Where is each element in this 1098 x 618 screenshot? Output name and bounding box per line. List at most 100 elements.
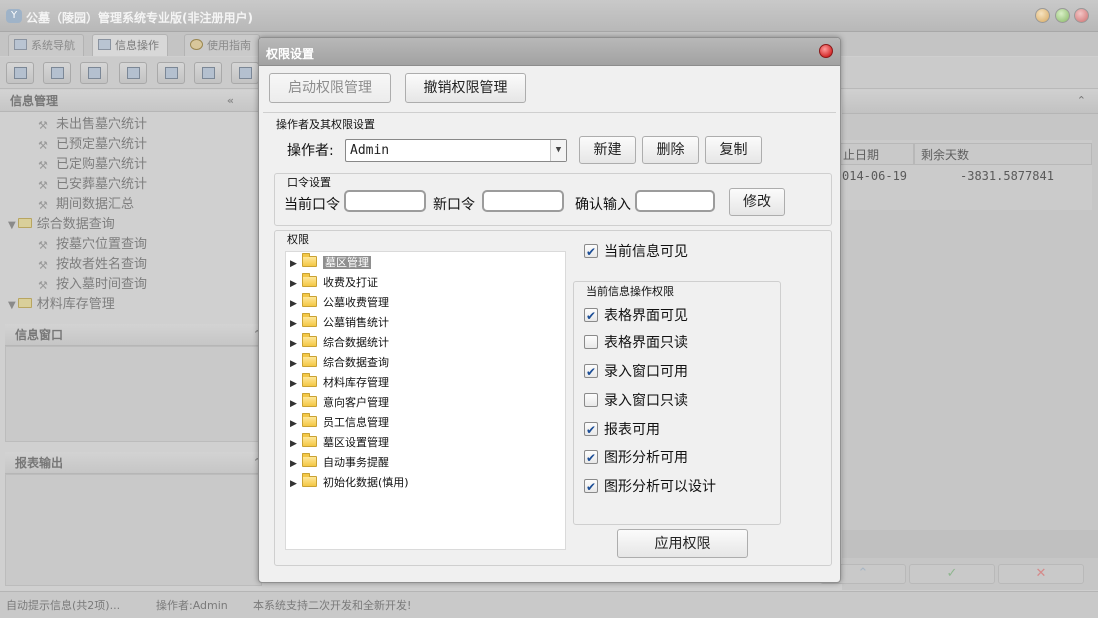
minimize-button[interactable] xyxy=(1035,8,1050,23)
permission-checkbox[interactable]: 表格界面只读 xyxy=(584,332,688,354)
expand-arrow-icon[interactable]: ▶ xyxy=(290,294,302,314)
folder-icon xyxy=(302,333,317,347)
toolbar-print-button[interactable] xyxy=(231,62,259,84)
enable-permission-button[interactable]: 启动权限管理 xyxy=(269,73,391,103)
chevron-down-icon[interactable]: ▼ xyxy=(550,140,566,161)
monitor-icon xyxy=(14,39,27,50)
operator-select[interactable]: Admin ▼ xyxy=(345,139,567,162)
expand-arrow-icon[interactable]: ▶ xyxy=(290,354,302,374)
tab-system-nav[interactable]: 系统导航 xyxy=(8,34,84,56)
left-tree-item[interactable]: ⚒ 未出售墓穴统计 xyxy=(8,115,262,135)
left-tree-item[interactable]: ⚒ 期间数据汇总 xyxy=(8,195,262,215)
maximize-button[interactable] xyxy=(1055,8,1070,23)
current-password-input[interactable] xyxy=(344,190,426,212)
permission-checkbox[interactable]: 报表可用 xyxy=(584,419,660,441)
confirm-button[interactable]: ✓ xyxy=(909,564,995,584)
tree-node-label: 材料库存管理 xyxy=(323,376,389,389)
right-bottom-bar xyxy=(842,530,1098,558)
checkbox-box[interactable] xyxy=(584,241,598,263)
expand-arrow-icon[interactable]: ▶ xyxy=(290,314,302,334)
grid-header-date[interactable]: 止日期 xyxy=(836,143,914,165)
permission-checkbox[interactable]: 表格界面可见 xyxy=(584,305,688,327)
checkbox-box[interactable] xyxy=(584,305,598,327)
checkbox-box[interactable] xyxy=(584,393,598,407)
expand-arrow-icon[interactable]: ▶ xyxy=(290,394,302,414)
tree-node[interactable]: ▶ 综合数据查询 xyxy=(290,353,389,373)
new-password-input[interactable] xyxy=(482,190,564,212)
tree-node[interactable]: ▶ 公墓收费管理 xyxy=(290,293,389,313)
expand-arrow-icon[interactable]: ▶ xyxy=(290,474,302,494)
tree-node[interactable]: ▶ 墓区管理 xyxy=(290,253,371,273)
modify-password-button[interactable]: 修改 xyxy=(729,188,785,216)
checkbox-box[interactable] xyxy=(584,335,598,349)
tree-node[interactable]: ▶ 自动事务提醒 xyxy=(290,453,389,473)
expand-arrow-icon[interactable]: ▶ xyxy=(290,274,302,294)
permission-checkbox[interactable]: 录入窗口只读 xyxy=(584,390,688,412)
tree-node[interactable]: ▶ 墓区设置管理 xyxy=(290,433,389,453)
permission-tree[interactable]: ▶ 墓区管理 ▶ 收费及打证 ▶ 公墓收费管理 ▶ 公墓销售统计 ▶ 综合数据统计 ▶ 综合数据查询 ▶… xyxy=(285,251,566,550)
checkbox-box[interactable] xyxy=(584,447,598,469)
tree-node[interactable]: ▶ 意向客户管理 xyxy=(290,393,389,413)
revoke-permission-button[interactable]: 撤销权限管理 xyxy=(405,73,526,103)
left-tree-item[interactable]: ⚒ 已安葬墓穴统计 xyxy=(8,175,262,195)
toolbar-users-button[interactable] xyxy=(119,62,147,84)
toolbar-search-button[interactable] xyxy=(6,62,34,84)
collapse-icon[interactable]: ⌃ xyxy=(1077,94,1086,107)
left-tree-item[interactable]: ⚒ 按墓穴位置查询 xyxy=(8,235,262,255)
permission-checkbox[interactable]: 图形分析可用 xyxy=(584,447,688,469)
left-tree-item[interactable]: ⚒ 已预定墓穴统计 xyxy=(8,135,262,155)
apply-permission-button[interactable]: 应用权限 xyxy=(617,529,748,558)
tree-node[interactable]: ▶ 初始化数据(慎用) xyxy=(290,473,409,493)
tree-node[interactable]: ▶ 材料库存管理 xyxy=(290,373,389,393)
left-tree-item[interactable]: ▼ 综合数据查询 xyxy=(8,215,262,235)
toolbar-window-button[interactable] xyxy=(157,62,185,84)
expand-arrow-icon[interactable]: ▼ xyxy=(8,220,16,231)
dialog-titlebar[interactable] xyxy=(259,38,840,66)
collapse-icon[interactable]: « xyxy=(227,90,234,112)
report-output-header: 报表输出 ⌃ xyxy=(5,452,262,474)
grid-header-days[interactable]: 剩余天数 xyxy=(914,143,1092,165)
document-icon xyxy=(88,67,101,79)
tree-node[interactable]: ▶ 收费及打证 xyxy=(290,273,378,293)
tab-user-guide[interactable]: 使用指南 xyxy=(184,34,260,56)
tree-node-label: 自动事务提醒 xyxy=(323,456,389,469)
grid-cell-days[interactable]: -3831.5877841 xyxy=(960,166,1054,186)
tree-node[interactable]: ▶ 公墓销售统计 xyxy=(290,313,389,333)
checkbox-box[interactable] xyxy=(584,476,598,498)
left-tree-item[interactable]: ▼ 材料库存管理 xyxy=(8,295,262,315)
toolbar-list-button[interactable] xyxy=(43,62,71,84)
confirm-password-input[interactable] xyxy=(635,190,715,212)
expand-arrow-icon[interactable]: ▶ xyxy=(290,254,302,274)
tab-info-ops[interactable]: 信息操作 xyxy=(92,34,168,56)
expand-arrow-icon[interactable]: ▶ xyxy=(290,334,302,354)
expand-arrow-icon[interactable]: ▼ xyxy=(8,300,16,311)
left-tree-item[interactable]: ⚒ 已定购墓穴统计 xyxy=(8,155,262,175)
tree-node[interactable]: ▶ 综合数据统计 xyxy=(290,333,389,353)
users-icon xyxy=(127,67,140,79)
new-operator-button[interactable]: 新建 xyxy=(579,136,636,164)
close-window-button[interactable] xyxy=(1074,8,1089,23)
left-tree-item[interactable]: ⚒ 按故者姓名查询 xyxy=(8,255,262,275)
right-panel-header: ⌃ xyxy=(842,90,1098,114)
dialog-close-button[interactable] xyxy=(819,44,833,58)
info-tree: ⚒ 未出售墓穴统计 ⚒ 已预定墓穴统计 ⚒ 已定购墓穴统计 ⚒ 已安葬墓穴统计 ⚒ 期间数据汇总 ▼… xyxy=(0,112,262,315)
toolbar-document-button[interactable] xyxy=(80,62,108,84)
permission-checkbox[interactable]: 录入窗口可用 xyxy=(584,361,688,383)
tab-label: 使用指南 xyxy=(207,39,251,52)
left-tree-item[interactable]: ⚒ 按入墓时间查询 xyxy=(8,275,262,295)
tree-node[interactable]: ▶ 员工信息管理 xyxy=(290,413,389,433)
current-info-visible-checkbox[interactable]: 当前信息可见 xyxy=(584,241,688,263)
checkbox-box[interactable] xyxy=(584,361,598,383)
expand-arrow-icon[interactable]: ▶ xyxy=(290,414,302,434)
expand-arrow-icon[interactable]: ▶ xyxy=(290,454,302,474)
cancel-button[interactable]: ✕ xyxy=(998,564,1084,584)
delete-operator-button[interactable]: 删除 xyxy=(642,136,699,164)
checkbox-box[interactable] xyxy=(584,419,598,441)
grid-cell-date[interactable]: 014-06-19 xyxy=(842,166,907,186)
copy-operator-button[interactable]: 复制 xyxy=(705,136,762,164)
export-icon xyxy=(202,67,215,79)
permission-checkbox[interactable]: 图形分析可以设计 xyxy=(584,476,716,498)
expand-arrow-icon[interactable]: ▶ xyxy=(290,434,302,454)
expand-arrow-icon[interactable]: ▶ xyxy=(290,374,302,394)
toolbar-export-button[interactable] xyxy=(194,62,222,84)
